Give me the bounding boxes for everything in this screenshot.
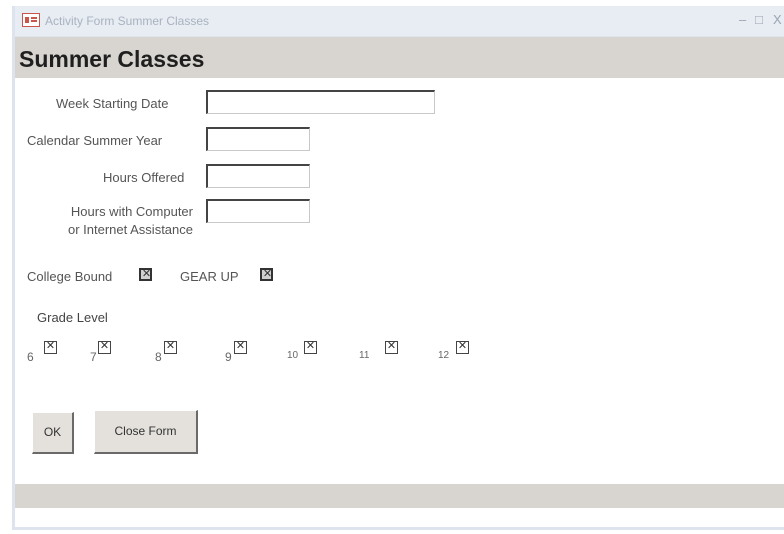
grade-label-9: 9 — [225, 350, 232, 364]
grade-level-label: Grade Level — [37, 310, 108, 325]
gear-up-label: GEAR UP — [180, 269, 239, 284]
college-bound-checkbox[interactable] — [139, 268, 152, 281]
hours-computer-field[interactable] — [206, 199, 310, 223]
form-icon — [22, 13, 40, 27]
grade-9-checkbox[interactable] — [234, 340, 247, 354]
grade-12-checkbox[interactable] — [456, 340, 469, 354]
grade-label-8: 8 — [155, 350, 162, 364]
activity-form-window: Activity Form Summer Classes – □ X Summe… — [12, 6, 784, 530]
grade-7-checkbox[interactable] — [98, 340, 111, 354]
hours-offered-field[interactable] — [206, 164, 310, 188]
week-start-label: Week Starting Date — [56, 96, 169, 111]
grade-label-11: 11 — [359, 350, 370, 361]
window-bottom-border — [15, 527, 784, 530]
hours-computer-label-line2: or Internet Assistance — [67, 222, 193, 237]
page-title: Summer Classes — [19, 46, 205, 72]
grade-label-7: 7 — [90, 350, 97, 364]
grade-10-checkbox[interactable] — [304, 340, 317, 354]
hours-offered-label: Hours Offered — [103, 170, 185, 185]
minimize-button[interactable]: – — [739, 12, 746, 27]
window-title: Activity Form Summer Classes — [45, 14, 210, 28]
year-label: Calendar Summer Year — [27, 133, 163, 148]
gear-up-checkbox[interactable] — [260, 268, 273, 281]
ok-button[interactable]: OK — [32, 412, 74, 454]
grade-6-checkbox[interactable] — [44, 340, 57, 354]
grade-8-checkbox[interactable] — [164, 340, 177, 354]
form-footer — [15, 484, 784, 508]
college-bound-label: College Bound — [27, 269, 113, 284]
grade-label-10: 10 — [287, 350, 299, 361]
close-form-button[interactable]: Close Form — [94, 410, 198, 454]
grade-label-12: 12 — [438, 350, 450, 361]
grade-label-6: 6 — [27, 350, 34, 364]
week-start-field[interactable] — [206, 90, 435, 114]
maximize-button[interactable]: □ — [755, 12, 763, 27]
title-bar[interactable]: Activity Form Summer Classes – □ X — [15, 6, 784, 37]
grade-11-checkbox[interactable] — [385, 340, 398, 354]
hours-computer-label-line1: Hours with Computer — [70, 204, 193, 219]
year-field[interactable] — [206, 127, 310, 151]
close-window-button[interactable]: X — [773, 12, 782, 27]
